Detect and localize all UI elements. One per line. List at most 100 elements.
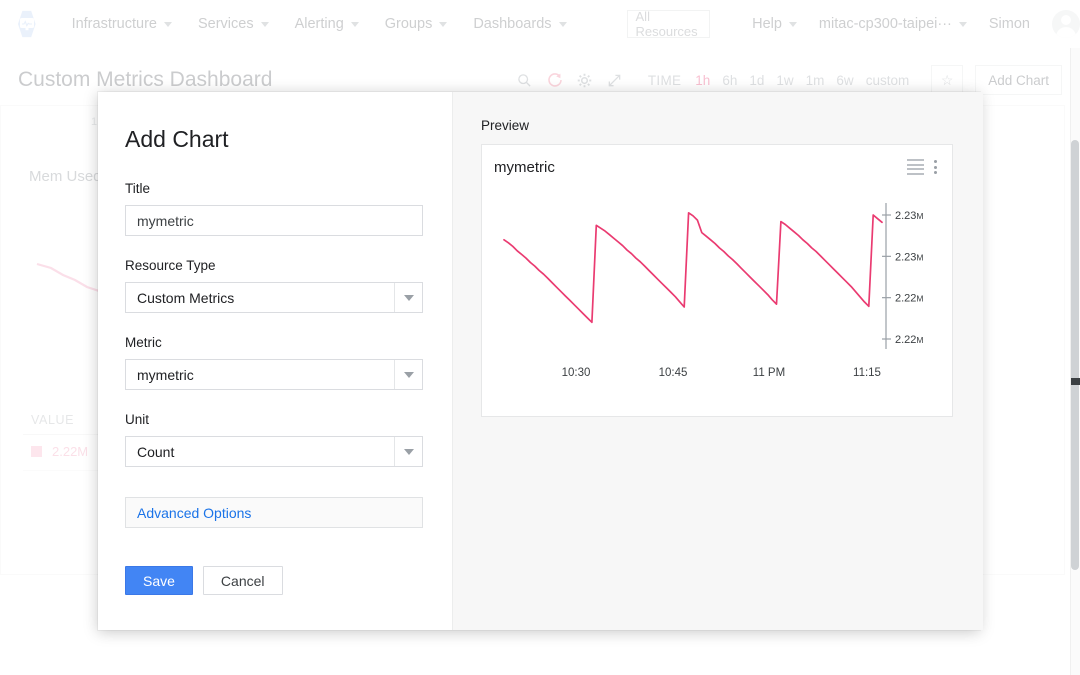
nav-item-help[interactable]: Help: [752, 16, 797, 32]
more-vertical-icon[interactable]: [933, 160, 938, 174]
x-tick-label: 11:15: [853, 367, 881, 379]
preview-chart-plot: 2.23M 2.23M 2.22M 2.22M 10:30 10:45 11 PM 11:1…: [482, 189, 954, 417]
chevron-down-icon: [958, 21, 967, 27]
preview-chart-card: mymetric 2.23M 2.23M 2.22M 2.22M 10:30 10:45…: [481, 144, 953, 417]
background-legend-row: 2.22M: [31, 444, 88, 459]
chart-svg: 2.23M 2.23M 2.22M 2.22M 10:30 10:45 11 PM 11:1…: [503, 203, 924, 379]
page-scrollbar[interactable]: [1070, 48, 1080, 675]
app-root: Infrastructure Services Alerting Groups …: [0, 0, 1080, 675]
nav-item-username[interactable]: Simon: [989, 16, 1030, 32]
scrollbar-thumb[interactable]: [1071, 140, 1079, 570]
nav-right-group: Help mitac-cp300-taipei··· Simon: [752, 10, 1080, 38]
resource-type-field-label: Resource Type: [125, 258, 216, 273]
title-field-label: Title: [125, 181, 151, 196]
add-chart-dialog: Add Chart Title mymetric Resource Type C…: [98, 92, 983, 630]
metric-field-label: Metric: [125, 335, 162, 350]
series-line-mymetric: [503, 211, 883, 324]
primary-nav-items: Infrastructure Services Alerting Groups …: [72, 16, 567, 32]
time-range-1h[interactable]: 1h: [689, 73, 716, 88]
preview-chart-icons: [907, 159, 938, 175]
nav-label: Dashboards: [473, 16, 552, 32]
nav-label: Groups: [384, 16, 433, 32]
caret-down-icon[interactable]: [394, 283, 422, 312]
chevron-down-icon: [439, 21, 448, 27]
username-label: Simon: [988, 16, 1030, 32]
dialog-preview-pane: Preview mymetric 2.23M 2.23M 2.22M 2.22M 10…: [452, 92, 983, 630]
background-legend-value: 2.22M: [52, 444, 89, 459]
y-tick-label: 2.23M: [895, 251, 924, 263]
caret-down-icon[interactable]: [394, 437, 422, 466]
nav-item-account-selector[interactable]: mitac-cp300-taipei···: [819, 16, 967, 32]
nav-label: Alerting: [294, 16, 344, 32]
search-icon[interactable]: [510, 67, 540, 93]
chevron-down-icon: [788, 21, 797, 27]
nav-label: Infrastructure: [71, 16, 157, 32]
x-axis-ticks: 10:30 10:45 11 PM 11:15: [562, 367, 881, 379]
chevron-down-icon: [350, 21, 359, 27]
chevron-down-icon: [558, 21, 567, 27]
background-card-number: 1: [91, 116, 98, 128]
refresh-icon[interactable]: [540, 67, 570, 93]
toolbar-controls: TIME 1h 6h 1d 1w 1m 6w custom ☆ Add Char…: [510, 65, 1080, 95]
preview-chart-title: mymetric: [494, 158, 555, 176]
nav-label: Help: [752, 16, 782, 32]
chevron-down-icon: [260, 21, 269, 27]
save-button[interactable]: Save: [125, 566, 193, 595]
gear-icon[interactable]: [570, 67, 600, 93]
unit-field-label: Unit: [125, 412, 150, 427]
time-range-1w[interactable]: 1w: [770, 73, 799, 88]
expand-icon[interactable]: [600, 67, 630, 93]
time-range-6w[interactable]: 6w: [830, 73, 859, 88]
nav-item-infrastructure[interactable]: Infrastructure: [72, 16, 172, 32]
advanced-options-button[interactable]: Advanced Options: [125, 497, 423, 528]
hamburger-icon[interactable]: [907, 159, 924, 175]
time-range-1m[interactable]: 1m: [800, 73, 831, 88]
background-legend-header: VALUE: [31, 413, 75, 427]
star-icon[interactable]: ☆: [931, 65, 964, 95]
title-input[interactable]: mymetric: [125, 205, 423, 236]
nav-item-services[interactable]: Services: [198, 16, 269, 32]
nav-label: mitac-cp300-taipei···: [818, 16, 952, 32]
y-tick-label: 2.23M: [895, 210, 924, 222]
monitoring-hex-logo-icon[interactable]: [18, 10, 36, 38]
unit-select[interactable]: Count: [125, 436, 423, 467]
page-title: Custom Metrics Dashboard: [18, 68, 273, 91]
scrollbar-marker: [1071, 378, 1080, 385]
dialog-actions: Save Cancel: [125, 566, 422, 595]
metric-value: mymetric: [137, 366, 194, 383]
x-tick-label: 10:30: [562, 367, 591, 379]
background-card-title: Mem Used: [29, 168, 102, 185]
x-tick-label: 10:45: [659, 367, 688, 379]
y-axis-ticks: 2.23M 2.23M 2.22M 2.22M: [882, 210, 924, 346]
resource-type-value: Custom Metrics: [137, 289, 235, 306]
nav-item-alerting[interactable]: Alerting: [295, 16, 359, 32]
x-tick-label: 11 PM: [753, 367, 785, 379]
y-tick-label: 2.22M: [895, 334, 924, 346]
legend-swatch-icon: [31, 446, 42, 457]
dialog-title: Add Chart: [125, 126, 229, 152]
add-chart-button[interactable]: Add Chart: [975, 65, 1062, 95]
y-tick-label: 2.22M: [895, 293, 924, 305]
chevron-down-icon: [163, 21, 172, 27]
metric-select[interactable]: mymetric: [125, 359, 423, 390]
time-range-6h[interactable]: 6h: [716, 73, 743, 88]
time-label: TIME: [647, 72, 682, 88]
global-resource-search-input[interactable]: All Resources: [626, 9, 711, 39]
avatar-icon[interactable]: [1052, 10, 1080, 38]
dialog-form-pane: Add Chart Title mymetric Resource Type C…: [98, 92, 452, 630]
nav-item-groups[interactable]: Groups: [385, 16, 448, 32]
caret-down-icon[interactable]: [394, 360, 422, 389]
time-range-1d[interactable]: 1d: [743, 73, 770, 88]
unit-value: Count: [137, 443, 175, 460]
nav-label: Services: [197, 16, 254, 32]
cancel-button[interactable]: Cancel: [202, 566, 283, 595]
preview-chart-header: mymetric: [482, 145, 952, 189]
resource-type-select[interactable]: Custom Metrics: [125, 282, 423, 313]
nav-item-dashboards[interactable]: Dashboards: [473, 16, 567, 32]
preview-label: Preview: [481, 118, 530, 133]
time-range-custom[interactable]: custom: [860, 73, 916, 88]
top-navigation-bar: Infrastructure Services Alerting Groups …: [0, 0, 1080, 48]
